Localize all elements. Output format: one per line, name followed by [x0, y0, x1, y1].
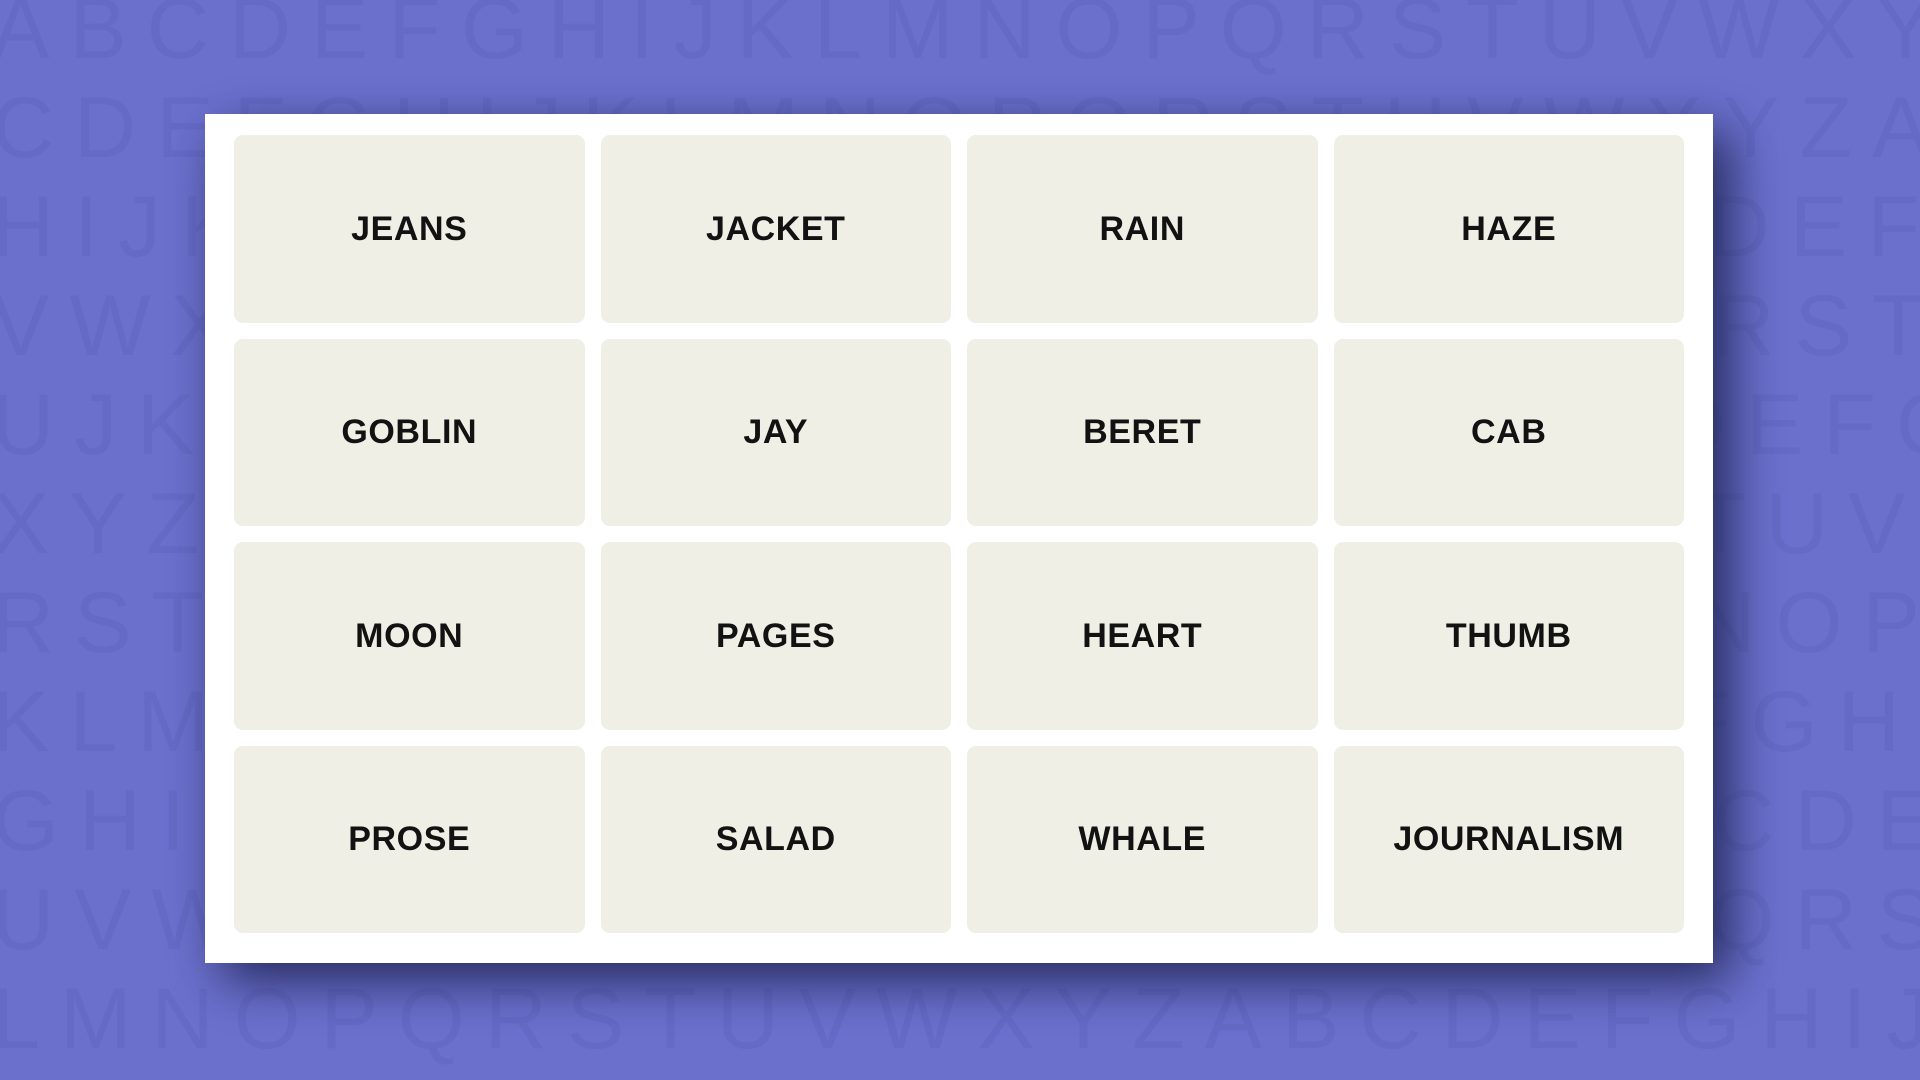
word-tile[interactable]: PAGES — [600, 542, 951, 730]
background-letter-row: DEFGHIJKLMNOPQRSTUVWXYZABCDEFGH — [0, 1075, 1920, 1080]
word-tile-label: JOURNALISM — [1393, 820, 1625, 859]
word-tile-label: SALAD — [715, 820, 836, 859]
word-tile[interactable]: HEART — [967, 542, 1318, 730]
background-letter-row: ABCDEFGHIJKLMNOPQRSTUVWXYZABCDEF — [0, 0, 1920, 77]
word-tile-label: WHALE — [1078, 820, 1207, 859]
word-tile-grid: JEANS JACKET RAIN HAZE GOBLIN JAY BERET CAB MOON… — [234, 135, 1684, 933]
word-tile[interactable]: GOBLIN — [234, 338, 585, 526]
word-tile[interactable]: CAB — [1333, 338, 1684, 526]
game-board-panel: JEANS JACKET RAIN HAZE GOBLIN JAY BERET CAB MOON… — [205, 114, 1713, 963]
word-tile-label: HAZE — [1461, 209, 1557, 248]
word-tile-label: BERET — [1083, 413, 1202, 452]
word-tile-label: PAGES — [715, 616, 836, 655]
word-tile[interactable]: BERET — [967, 338, 1318, 526]
word-tile-label: JEANS — [351, 209, 468, 248]
word-tile-label: JACKET — [705, 209, 846, 248]
word-tile-label: MOON — [355, 616, 464, 655]
word-tile[interactable]: JOURNALISM — [1333, 745, 1684, 933]
word-tile[interactable]: HAZE — [1333, 135, 1684, 323]
word-tile[interactable]: SALAD — [600, 745, 951, 933]
word-tile[interactable]: PROSE — [234, 745, 585, 933]
word-tile-label: PROSE — [348, 820, 471, 859]
word-tile[interactable]: JACKET — [600, 135, 951, 323]
word-tile[interactable]: MOON — [234, 542, 585, 730]
word-tile[interactable]: RAIN — [967, 135, 1318, 323]
word-tile-label: GOBLIN — [341, 413, 478, 452]
word-tile-label: THUMB — [1445, 616, 1572, 655]
word-tile[interactable]: THUMB — [1333, 542, 1684, 730]
word-tile-label: CAB — [1471, 413, 1547, 452]
word-tile-label: JAY — [743, 413, 809, 452]
word-tile[interactable]: WHALE — [967, 745, 1318, 933]
word-tile[interactable]: JEANS — [234, 135, 585, 323]
word-tile-label: HEART — [1082, 616, 1203, 655]
background-letter-row: LMNOPQRSTUVWXYZABCDEFGHIJKLMNOP — [0, 971, 1920, 1067]
word-tile[interactable]: JAY — [600, 338, 951, 526]
word-tile-label: RAIN — [1099, 209, 1185, 248]
